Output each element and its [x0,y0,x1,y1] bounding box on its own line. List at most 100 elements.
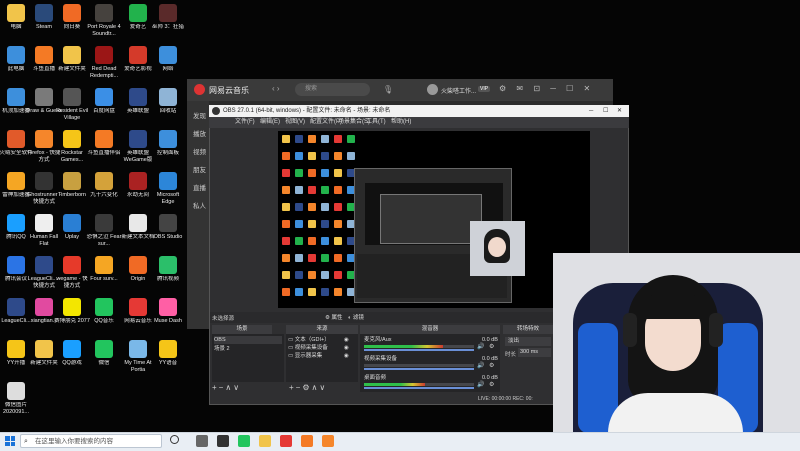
properties-button[interactable]: ⚙ 属性 [325,313,342,321]
speaker-icon[interactable]: 🔊 [477,343,484,350]
douyu-icon[interactable] [301,435,313,447]
windows-start-icon[interactable] [5,436,15,446]
filters-button[interactable]: ◐ 滤镜 [348,313,364,321]
music-sidebar-item[interactable]: 私人 [193,200,206,210]
duration-input[interactable]: 300 ms [518,348,551,357]
source-item[interactable]: ▭ 文本（GDI+） ◉ [288,336,356,344]
gear-icon[interactable]: ⚙ [489,362,494,369]
visibility-eye-icon[interactable]: ◉ [344,352,349,360]
sources-controls[interactable]: +−⚙∧∨ [289,383,327,392]
desktop-icon[interactable]: QQ游戏 [54,340,90,367]
app-icon [159,256,177,274]
task-view-icon[interactable] [196,435,208,447]
desktop-icon[interactable]: 新建文件夹 [54,46,90,73]
scene-item[interactable]: OBS [214,336,282,344]
obs-icon[interactable] [217,435,229,447]
obs-menu-item[interactable]: 工具(T) [366,117,386,128]
desktop-icon[interactable]: Rockstar Games... [54,130,90,163]
desktop-icon[interactable]: 向日葵 [54,4,90,31]
folder-icon[interactable] [259,435,271,447]
gear-icon[interactable]: ⚙ [489,343,494,350]
music-sidebar-item[interactable]: 视频 [193,146,206,156]
music-sidebar-item[interactable]: 直播 [193,182,206,192]
desktop-icon[interactable]: YY语音 [150,340,186,367]
desktop-icon[interactable]: 巫师 3：狂猎 [150,4,186,31]
visibility-eye-icon[interactable]: ◉ [344,344,349,352]
app-icon [95,46,113,64]
app-icon [7,4,25,22]
desktop-icon[interactable]: Uplay [54,214,90,241]
obs-menu-item[interactable]: 帮助(H) [391,117,411,128]
desktop-icon[interactable]: QQ音乐 [86,298,122,325]
desktop-icon[interactable]: Resident Evil Village [54,88,90,121]
desktop-icon[interactable]: 网络 [150,46,186,73]
scene-item[interactable]: 场景 2 [214,345,282,353]
music-search-input[interactable]: 搜索 [295,83,370,96]
source-item[interactable]: ▭ 视频采集设备 ◉ [288,344,356,352]
desktop-icon[interactable]: 恐惧之泣 Fear sur... [86,214,122,247]
desktop-icon[interactable]: 斗鱼直播伴侣 [86,130,122,157]
netease-music-icon[interactable] [280,435,292,447]
firefox-icon[interactable] [322,435,334,447]
music-toolbar-icons[interactable]: ⚙ ✉ ⊡ ─ ☐ ✕ [499,84,594,93]
desktop-icon[interactable]: 腾讯视频 [150,256,186,283]
app-icon [63,214,81,232]
speaker-icon[interactable]: 🔊 [477,381,484,388]
desktop-icon-label: 腾讯视频 [156,276,179,282]
maximize-icon[interactable]: ☐ [603,105,608,117]
desktop-icon[interactable]: OBS Studio [150,214,186,241]
desktop-icon-label: Resident Evil Village [55,108,89,121]
music-sidebar-item[interactable]: 发现 [193,110,206,120]
app-icon [159,130,177,148]
desktop-icon[interactable]: 九十六变化 [86,172,122,199]
app-icon [35,172,53,190]
desktop-icon-label: OBS Studio [153,234,183,240]
app-icon [35,88,53,106]
app-icon [35,4,53,22]
volume-slider[interactable] [364,368,474,370]
desktop-icon[interactable]: 百度网盘 [86,88,122,115]
obs-preview[interactable] [278,131,590,308]
wechat-icon[interactable] [238,435,250,447]
taskbar-search-input[interactable]: ⌕ 在这里输入你要搜索的内容 [20,434,162,448]
visibility-eye-icon[interactable]: ◉ [344,336,349,344]
transition-select[interactable]: 淡出 [505,337,551,346]
cortana-icon[interactable] [170,435,179,444]
desktop-icon[interactable]: 回收站 [150,88,186,115]
desktop-icon[interactable]: Red Dead Redempti... [86,46,122,79]
music-sidebar-item[interactable]: 播放 [193,128,206,138]
desktop-icon[interactable]: Timberborn [54,172,90,199]
desktop-icon[interactable]: Four surv... [86,256,122,283]
volume-slider[interactable] [364,349,474,351]
music-back-button[interactable]: ‹ › [272,84,280,93]
desktop-icon[interactable]: 赛博朋克 2077 [54,298,90,325]
microphone-icon[interactable]: 🎙 [383,85,393,94]
speaker-icon[interactable]: 🔊 [477,362,484,369]
close-icon[interactable]: ✕ [617,105,622,117]
music-sidebar-item[interactable]: 朋友 [193,164,206,174]
scenes-controls[interactable]: +−∧∨ [212,383,241,392]
preview-desktop-icon [321,152,329,160]
desktop-icon[interactable]: Port Royale 4 Soundtr... [86,4,122,37]
app-icon [63,4,81,22]
volume-slider[interactable] [364,387,474,389]
music-user-name[interactable]: 火柴嗒工作... [441,86,476,95]
desktop-icon[interactable]: Muse Dash [150,298,186,325]
obs-menu-item[interactable]: 文件(F) [235,117,255,128]
desktop-icon[interactable]: Microsoft Edge [150,172,186,205]
gear-icon[interactable]: ⚙ [489,381,494,388]
app-icon [159,214,177,232]
avatar[interactable] [427,84,438,95]
desktop-icon[interactable]: 微信 [86,340,122,367]
obs-menu-item[interactable]: 视图(V) [285,117,305,128]
desktop-icon[interactable]: wegame - 快捷方式 [54,256,90,289]
mixer-header: 混音器 [360,325,500,334]
source-item[interactable]: ▭ 显示器采集 ◉ [288,352,356,360]
desktop-icon-label: Red Dead Redempti... [89,66,119,79]
obs-menu-item[interactable]: 编辑(E) [260,117,280,128]
desktop-icon-label: wegame - 快捷方式 [56,276,88,289]
vip-badge: VIP [478,86,491,92]
minimize-icon[interactable]: ─ [589,105,593,117]
desktop-icon[interactable]: 控制面板 [150,130,186,157]
desktop-icon[interactable]: 微信图片 2020091... [0,382,34,415]
